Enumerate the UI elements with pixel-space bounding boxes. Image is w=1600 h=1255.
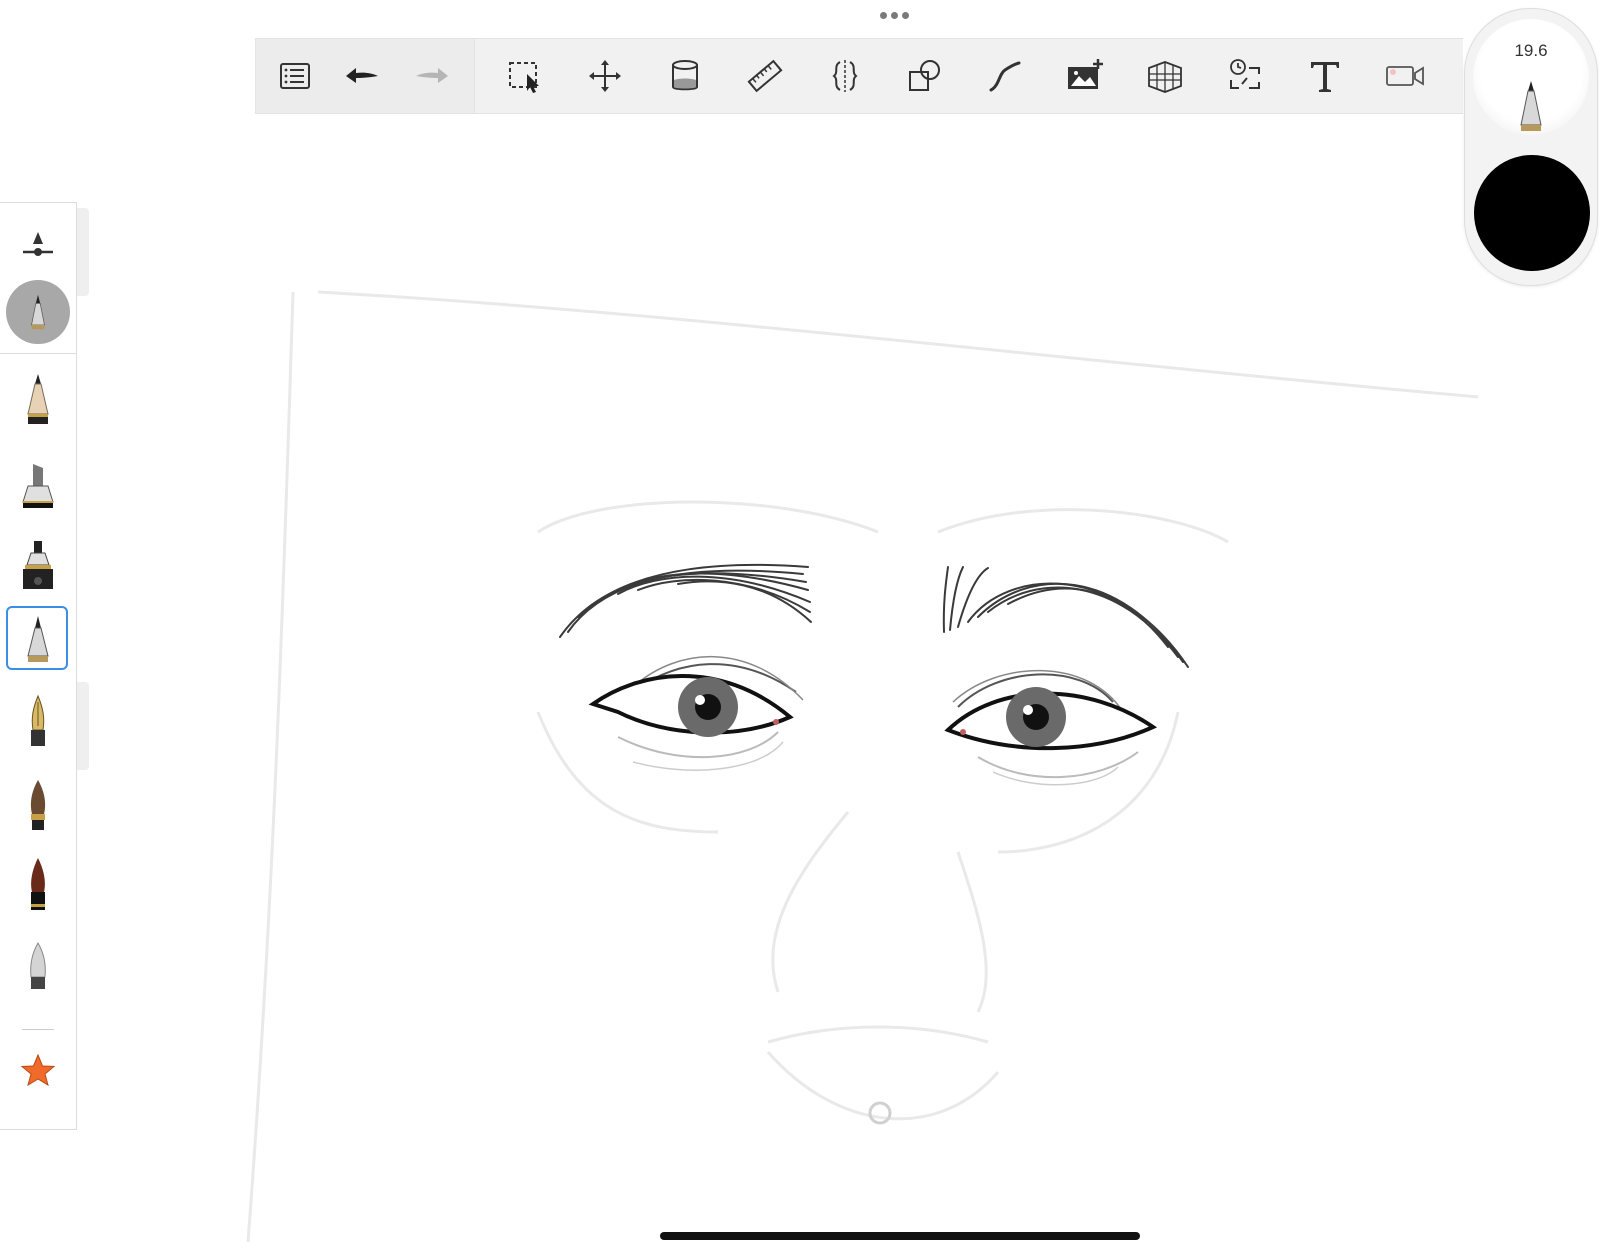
brush-settings-button[interactable] (0, 213, 76, 275)
ruler-icon (747, 59, 783, 93)
dot (902, 12, 909, 19)
paint-brush-icon (30, 780, 46, 830)
time-lapse-icon (1230, 59, 1260, 89)
brush-airbrush[interactable] (0, 529, 76, 601)
technical-pen-icon (1520, 81, 1542, 131)
brush-fountain-pen[interactable] (0, 687, 76, 757)
brush-pencil[interactable] (0, 365, 76, 435)
divider (0, 353, 76, 354)
layers-list-icon (280, 63, 310, 89)
symmetry-icon (832, 60, 858, 92)
perspective-button[interactable] (1129, 46, 1201, 106)
brush-panel-tab-bottom[interactable] (76, 682, 89, 770)
current-brush-button[interactable] (0, 279, 76, 345)
undo-button[interactable] (330, 46, 394, 106)
add-image-icon (1068, 59, 1103, 89)
redo-icon (416, 68, 448, 83)
selection-icon (509, 62, 539, 93)
redo-button[interactable] (400, 46, 464, 106)
predictive-stroke-button[interactable] (969, 46, 1041, 106)
brush-settings-icon (23, 232, 53, 256)
brush-paint-brush[interactable] (0, 771, 76, 841)
fountain-pen-icon (31, 694, 45, 746)
transform-button[interactable] (569, 46, 641, 106)
add-image-button[interactable] (1049, 46, 1121, 106)
brush-size-puck[interactable]: 19.6 (1473, 19, 1589, 135)
record-button[interactable] (1369, 46, 1441, 106)
toolbar-tools-group (475, 39, 1441, 113)
current-brush-bg (6, 280, 70, 344)
brush-puck: 19.6 (1464, 8, 1598, 286)
fill-bucket-icon (672, 60, 698, 91)
top-toolbar (255, 38, 1463, 114)
technical-pen-icon (31, 294, 45, 330)
brush-palette (0, 202, 77, 1130)
home-indicator[interactable] (660, 1232, 1140, 1240)
right-eye-drawing (944, 669, 1158, 786)
dot (880, 12, 887, 19)
record-icon (1386, 66, 1424, 86)
color-puck[interactable] (1474, 155, 1590, 271)
perspective-icon (1148, 61, 1182, 93)
toolbar-history-group (256, 39, 475, 113)
marker-icon (22, 464, 54, 508)
brush-soft-eraser[interactable] (0, 931, 76, 1003)
transform-icon (589, 60, 621, 92)
symmetry-button[interactable] (809, 46, 881, 106)
star-icon (20, 1053, 56, 1087)
soft-eraser-icon (30, 942, 46, 989)
ink-brush-icon (31, 858, 45, 910)
ruler-button[interactable] (729, 46, 801, 106)
drawing-canvas[interactable] (78, 112, 1600, 1250)
favorites-button[interactable] (0, 1043, 76, 1099)
brush-size-value: 19.6 (1514, 41, 1548, 60)
brush-marker[interactable] (0, 449, 76, 519)
predictive-stroke-icon (989, 61, 1021, 92)
shapes-button[interactable] (889, 46, 961, 106)
shapes-icon (909, 60, 940, 91)
sync-indicator (868, 1101, 892, 1125)
text-icon (1311, 62, 1339, 92)
sketch-artwork (246, 290, 1479, 1243)
selected-brush-indicator (6, 606, 68, 670)
time-lapse-button[interactable] (1209, 46, 1281, 106)
dot (891, 12, 898, 19)
brush-panel-tab-top[interactable] (76, 208, 89, 296)
fill-button[interactable] (649, 46, 721, 106)
pencil-icon (27, 374, 49, 424)
left-eye-drawing (588, 655, 804, 771)
airbrush-icon (23, 541, 53, 589)
selection-button[interactable] (489, 46, 561, 106)
divider (22, 1029, 54, 1030)
toolbar-handle[interactable] (880, 12, 909, 19)
layers-list-button[interactable] (266, 46, 324, 106)
undo-icon (346, 68, 378, 83)
brush-ink[interactable] (0, 849, 76, 923)
text-button[interactable] (1289, 46, 1361, 106)
